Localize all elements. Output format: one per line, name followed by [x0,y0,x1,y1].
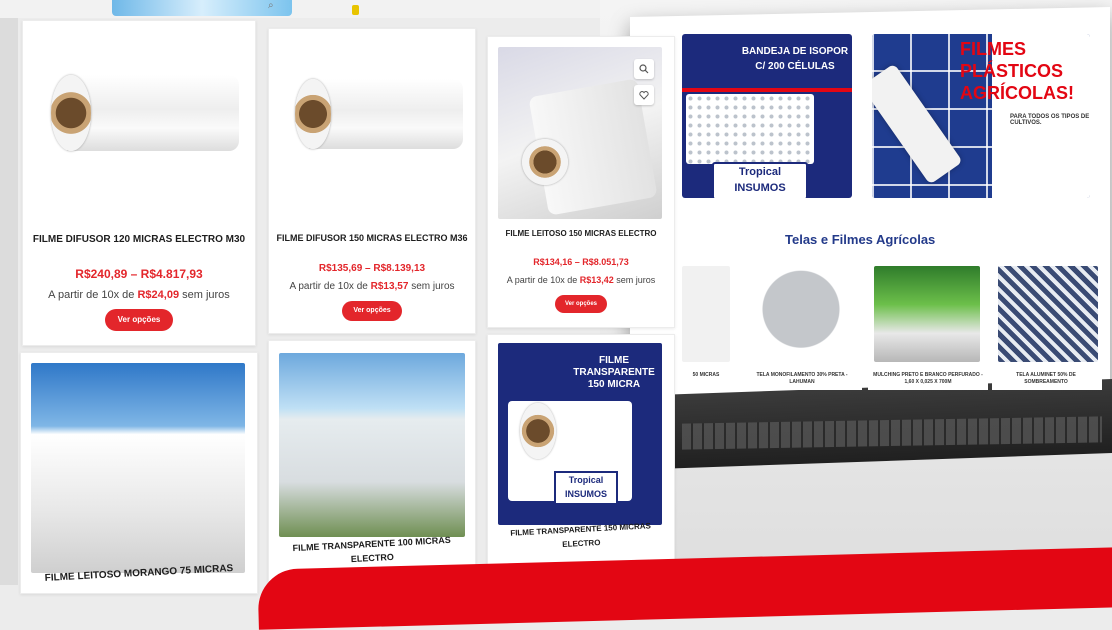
product-card[interactable]: FILME LEITOSO MORANGO 75 MICRAS [20,352,258,594]
mini-product-card[interactable]: MULCHING PRETO E BRANCO PERFURADO - 1,60… [868,262,988,390]
product-image [283,43,463,193]
product-image [37,35,241,195]
banner-subtitle: PARA TODOS OS TIPOS DE CULTIVOS. [1010,114,1090,126]
installment-prefix: A partir de 10x de [506,275,578,285]
section-title: Telas e Filmes Agrícolas [785,232,936,247]
banner-title: FILMES PLÁSTICOS AGRÍCOLAS! [960,39,1074,103]
banner-filmes[interactable]: FILMES PLÁSTICOS AGRÍCOLAS! PARA TODOS O… [872,34,1090,198]
mini-product-card[interactable]: TELA ALUMINET 50% DE SOMBREAMENTO [992,262,1102,390]
cursor-icon [352,5,359,15]
product-name[interactable]: FILME LEITOSO 150 MICRAS ELECTRO [494,227,668,241]
installment-text: A partir de 10x de R$24,09 sem juros [23,289,255,301]
mini-product-label: 50 MICRAS [692,372,720,378]
product-card[interactable]: FILME DIFUSOR 150 MICRAS ELECTRO M36 R$1… [268,28,476,334]
product-price: R$135,69 – R$8.139,13 [318,263,426,274]
product-image [279,353,465,537]
search-icon[interactable] [634,59,654,79]
mini-product-image [748,266,854,362]
banner-isopor[interactable]: BANDEJA DE ISOPOR C/ 200 CÉLULAS Tropica… [682,34,852,198]
banner-title: BANDEJA DE ISOPOR C/ 200 CÉLULAS [741,46,849,72]
search-icon[interactable]: ⌕ [268,0,284,12]
mini-product-label: MULCHING PRETO E BRANCO PERFURADO - 1,60… [873,372,983,385]
brand-logo: Tropical INSUMOS [712,162,808,198]
installment-suffix: sem juros [411,281,455,292]
mini-product-label: TELA MONOFILAMENTO 30% PRETA - LAHUMAN [756,372,848,385]
product-card[interactable]: FILME LEITOSO 150 MICRAS ELECTRO R$134,1… [487,36,675,328]
mini-product-image [874,266,980,362]
product-image [31,363,245,573]
product-price: R$240,89 – R$4.817,93 [75,267,203,281]
product-card[interactable]: FILME TRANSPARENTE 100 MICRAS ELECTRO [268,340,476,582]
mini-product-card[interactable]: TELA MONOFILAMENTO 30% PRETA - LAHUMAN [742,262,862,390]
installment-suffix: sem juros [182,289,230,301]
installment-prefix: A partir de 10x de [48,289,135,301]
mini-product-image [998,266,1098,362]
background-left [0,0,18,585]
mini-product-image [682,266,730,362]
product-name[interactable]: FILME DIFUSOR 150 MICRAS ELECTRO M36 [275,231,469,245]
installment-value: R$13,57 [370,281,409,292]
installment-value: R$24,09 [137,289,180,301]
product-name[interactable]: FILME DIFUSOR 120 MICRAS ELECTRO M30 [29,233,249,247]
installment-text: A partir de 10x de R$13,57 sem juros [269,281,475,292]
header-image [112,0,292,16]
product-card[interactable]: FILME TRANSPARENTE 150 MICRA Tropical IN… [487,334,675,568]
top-bar: ⌕ [0,0,600,18]
installment-text: A partir de 10x de R$13,42 sem juros [488,275,674,285]
tray-image [686,94,814,164]
view-options-button[interactable]: Ver opções [342,301,402,321]
product-card[interactable]: FILME DIFUSOR 120 MICRAS ELECTRO M30 R$2… [22,20,256,346]
installment-prefix: A partir de 10x de [289,281,368,292]
brand-logo: Tropical INSUMOS [554,471,618,505]
installment-value: R$13,42 [579,275,614,285]
installment-suffix: sem juros [616,275,656,285]
heart-icon[interactable] [634,85,654,105]
product-badge: FILME TRANSPARENTE 150 MICRA [573,355,655,390]
mini-product-card[interactable]: 50 MICRAS [680,262,736,390]
mini-product-label: TELA ALUMINET 50% DE SOMBREAMENTO [1016,372,1076,385]
banner-stripe [682,88,852,92]
view-options-button[interactable]: Ver opções [555,295,607,313]
view-options-button[interactable]: Ver opções [105,309,173,331]
product-image: FILME TRANSPARENTE 150 MICRA Tropical IN… [498,343,662,525]
product-price: R$134,16 – R$8.051,73 [533,257,629,267]
